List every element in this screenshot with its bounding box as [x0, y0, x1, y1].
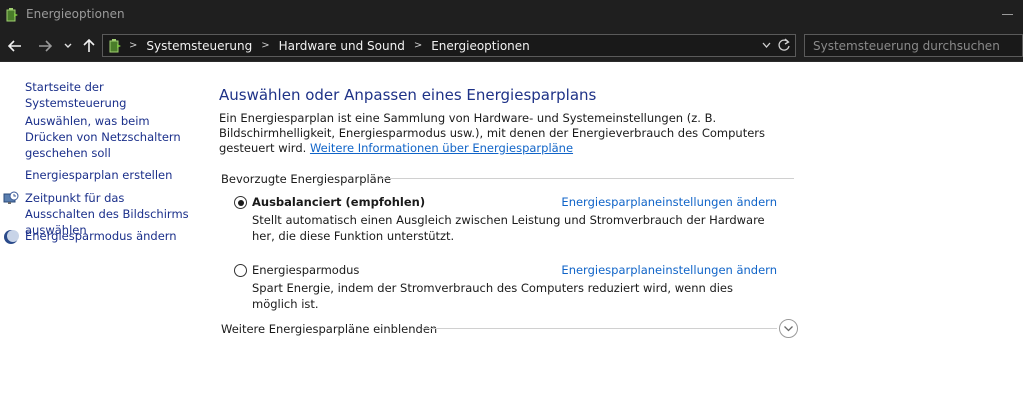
more-info-link[interactable]: Weitere Informationen über Energiesparpl…: [310, 141, 573, 155]
arrow-left-icon: [8, 40, 21, 52]
show-more-plans-button[interactable]: [779, 319, 798, 338]
plan-radio-ausbalanciert[interactable]: [234, 196, 247, 209]
plan-name[interactable]: Energiesparmodus: [252, 263, 359, 277]
battery-power-icon: [6, 8, 18, 22]
up-button[interactable]: [80, 36, 98, 56]
address-bar[interactable]: > Systemsteuerung > Hardware und Sound >…: [102, 34, 796, 57]
sidebar-item-plan-erstellen[interactable]: Energiesparplan erstellen: [25, 167, 195, 183]
back-button[interactable]: [6, 36, 24, 56]
breadcrumb-separator[interactable]: >: [129, 40, 137, 51]
divider: [422, 328, 777, 329]
monitor-clock-icon: [3, 191, 19, 204]
refresh-icon[interactable]: [776, 37, 792, 53]
preferred-plans-label: Bevorzugte Energiesparpläne: [221, 172, 392, 186]
breadcrumb-energieoptionen[interactable]: Energieoptionen: [431, 39, 530, 53]
breadcrumb: > Systemsteuerung > Hardware und Sound >…: [129, 35, 530, 56]
plan-description: Stellt automatisch einen Ausgleich zwisc…: [252, 213, 765, 243]
sidebar: Startseite der Systemsteuerung Auswählen…: [0, 62, 200, 416]
plan-settings-link[interactable]: Energiesparplaneinstellungen ändern: [561, 195, 777, 209]
sidebar-item-energiesparmodus[interactable]: Energiesparmodus ändern: [25, 228, 195, 244]
plan-description: Spart Energie, indem der Stromverbrauch …: [252, 281, 734, 311]
breadcrumb-hardware-und-sound[interactable]: Hardware und Sound: [279, 39, 405, 53]
address-dropdown-icon[interactable]: [762, 42, 771, 49]
window-title: Energieoptionen: [26, 7, 125, 21]
page-title: Auswählen oder Anpassen eines Energiespa…: [219, 86, 597, 104]
plan-name[interactable]: Ausbalanciert (empfohlen): [252, 195, 425, 209]
moon-icon: [4, 230, 19, 244]
breadcrumb-separator[interactable]: >: [261, 40, 269, 51]
sidebar-item-startseite[interactable]: Startseite der Systemsteuerung: [25, 79, 195, 111]
plan-radio-energiesparmodus[interactable]: [234, 264, 247, 277]
title-bar: Energieoptionen: [0, 0, 1023, 30]
battery-power-icon: [109, 39, 121, 53]
show-more-plans-label[interactable]: Weitere Energiesparpläne einblenden: [221, 322, 437, 336]
forward-button[interactable]: [36, 36, 54, 56]
navigation-bar: > Systemsteuerung > Hardware und Sound >…: [0, 30, 1023, 62]
divider: [379, 178, 794, 179]
plan-settings-link[interactable]: Energiesparplaneinstellungen ändern: [561, 263, 777, 277]
search-input[interactable]: Systemsteuerung durchsuchen: [804, 34, 1023, 57]
sidebar-item-netzschalter[interactable]: Auswählen, was beim Drücken von Netzscha…: [25, 113, 195, 161]
breadcrumb-separator[interactable]: >: [414, 40, 422, 51]
chevron-down-icon: [64, 43, 72, 48]
breadcrumb-systemsteuerung[interactable]: Systemsteuerung: [146, 39, 252, 53]
minimize-button[interactable]: [1002, 14, 1013, 15]
chevron-down-circle-icon: [784, 326, 793, 332]
recent-locations-button[interactable]: [62, 36, 74, 56]
arrow-right-icon: [39, 40, 52, 52]
search-placeholder: Systemsteuerung durchsuchen: [813, 39, 1000, 53]
intro-text: Ein Energiesparplan ist eine Sammlung vo…: [219, 111, 789, 156]
arrow-up-icon: [83, 39, 95, 52]
